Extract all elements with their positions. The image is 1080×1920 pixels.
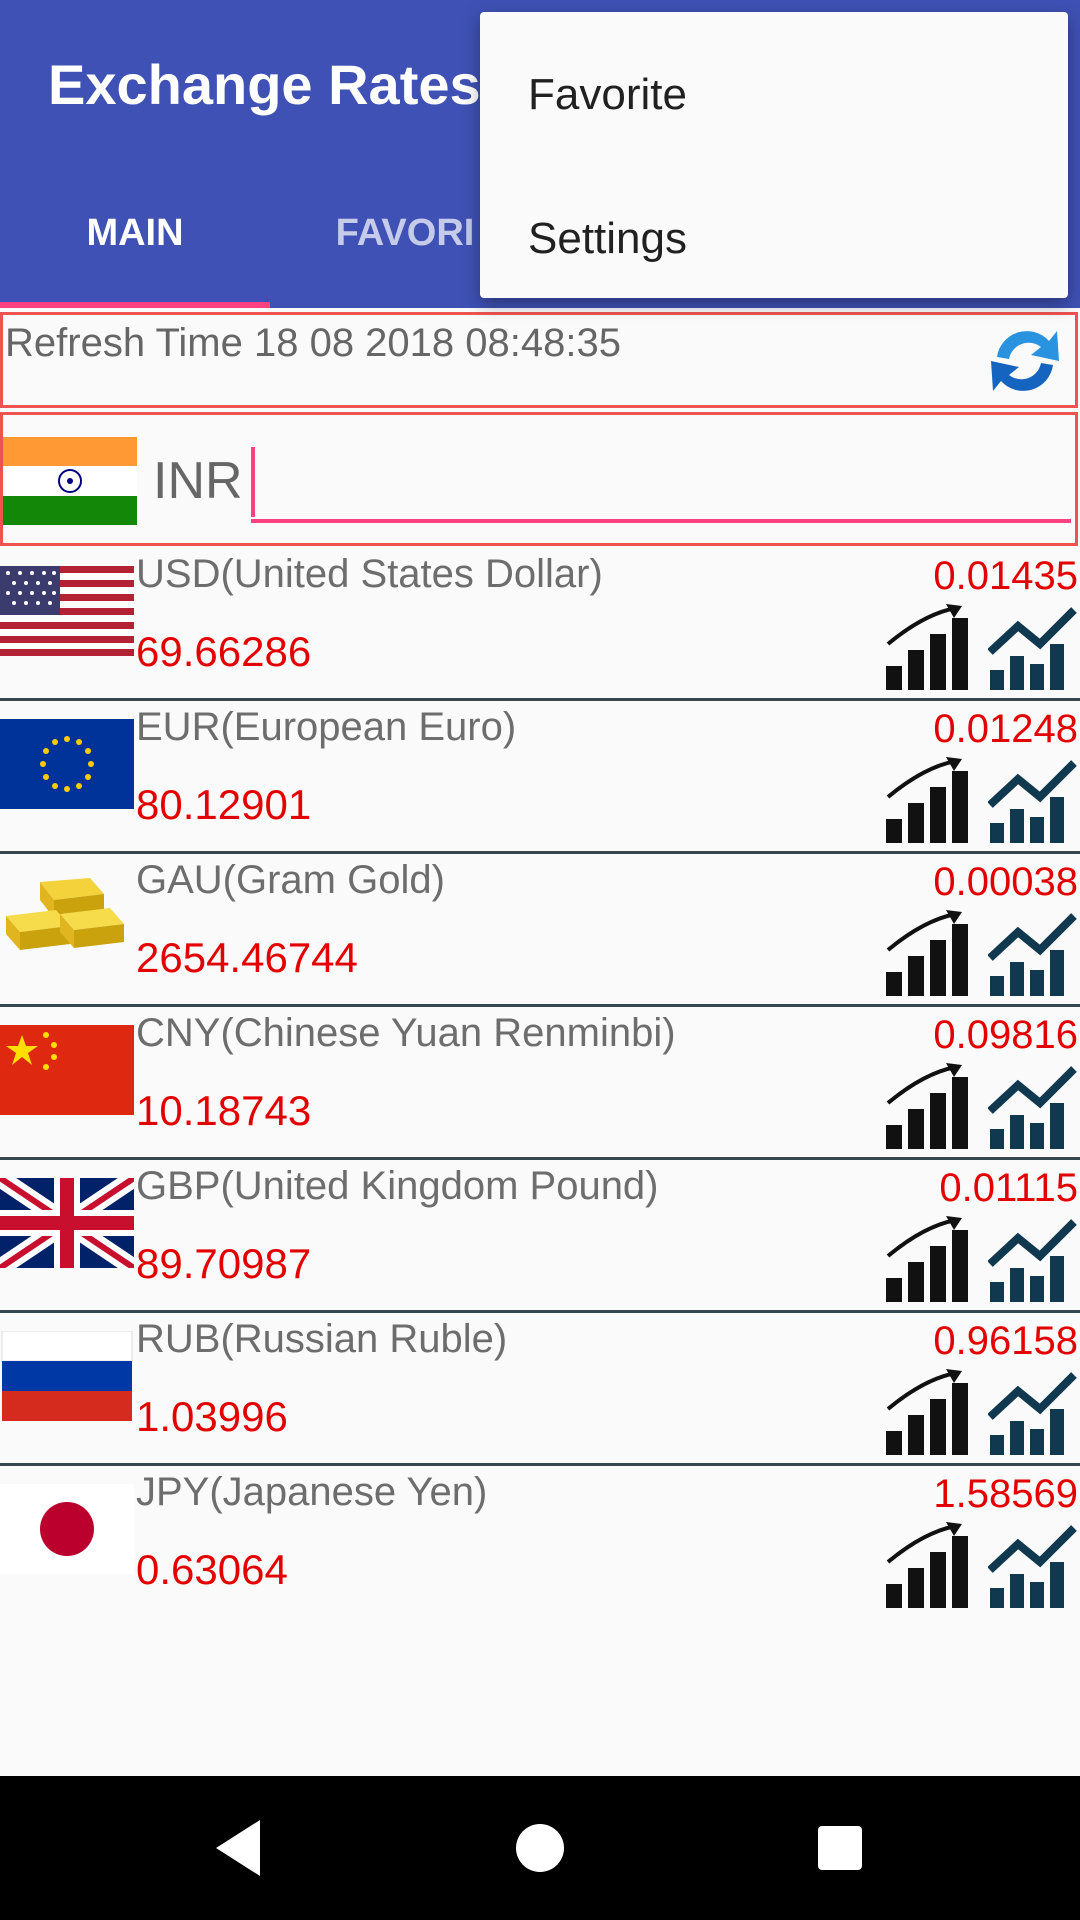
base-currency-code: INR — [153, 452, 243, 510]
trend-chart-icon[interactable] — [988, 604, 1080, 692]
app-title: Exchange Rates — [48, 53, 481, 116]
currency-list: USD(United States Dollar) 69.66286 0.014… — [0, 548, 1080, 1619]
currency-rate: 2654.46744 — [136, 934, 358, 981]
currency-row-eur[interactable]: EUR(European Euro) 80.12901 0.01248 — [0, 701, 1080, 854]
bar-chart-icon[interactable] — [884, 1369, 976, 1457]
tab-indicator — [0, 302, 270, 308]
bar-chart-icon[interactable] — [884, 1522, 976, 1610]
currency-inverse-rate: 0.01248 — [933, 707, 1078, 751]
currency-row-cny[interactable]: CNY(Chinese Yuan Renminbi) 10.18743 0.09… — [0, 1007, 1080, 1160]
system-nav-bar — [0, 1776, 1080, 1920]
menu-item-settings[interactable]: Settings — [528, 214, 687, 264]
india-flag-icon — [3, 437, 137, 525]
base-currency-row: INR — [0, 412, 1078, 546]
home-icon[interactable] — [504, 1812, 576, 1884]
bar-chart-icon[interactable] — [884, 1063, 976, 1151]
currency-row-rub[interactable]: RUB(Russian Ruble) 1.03996 0.96158 — [0, 1313, 1080, 1466]
currency-row-gbp[interactable]: GBP(United Kingdom Pound) 89.70987 0.011… — [0, 1160, 1080, 1313]
currency-name: GAU(Gram Gold) — [136, 858, 445, 902]
currency-name: RUB(Russian Ruble) — [136, 1317, 508, 1361]
refresh-row: Refresh Time 18 08 2018 08:48:35 — [0, 312, 1078, 408]
currency-name: EUR(European Euro) — [136, 705, 517, 749]
eu-flag-icon — [0, 719, 134, 809]
currency-name: USD(United States Dollar) — [136, 552, 603, 596]
trend-chart-icon[interactable] — [988, 1216, 1080, 1304]
tab-main[interactable]: MAIN — [0, 212, 270, 272]
currency-rate: 1.03996 — [136, 1393, 288, 1440]
currency-inverse-rate: 0.00038 — [933, 860, 1078, 904]
currency-rate: 89.70987 — [136, 1240, 312, 1287]
uk-flag-icon — [0, 1178, 134, 1268]
gold-bars-icon — [6, 878, 124, 950]
bar-chart-icon[interactable] — [884, 604, 976, 692]
currency-rate: 10.18743 — [136, 1087, 312, 1134]
overflow-menu: Favorite Settings — [480, 12, 1068, 298]
russia-flag-icon — [1, 1331, 133, 1421]
menu-item-favorite[interactable]: Favorite — [528, 70, 687, 120]
recents-icon[interactable] — [804, 1812, 876, 1884]
usa-flag-icon — [0, 566, 134, 656]
back-icon[interactable] — [204, 1812, 276, 1884]
currency-inverse-rate: 0.09816 — [933, 1013, 1078, 1057]
bar-chart-icon[interactable] — [884, 757, 976, 845]
currency-rate: 80.12901 — [136, 781, 312, 828]
currency-name: GBP(United Kingdom Pound) — [136, 1164, 659, 1208]
trend-chart-icon[interactable] — [988, 757, 1080, 845]
currency-inverse-rate: 1.58569 — [933, 1472, 1078, 1516]
trend-chart-icon[interactable] — [988, 910, 1080, 998]
currency-rate: 0.63064 — [136, 1546, 288, 1593]
currency-row-usd[interactable]: USD(United States Dollar) 69.66286 0.014… — [0, 548, 1080, 701]
text-cursor — [251, 447, 255, 517]
currency-row-jpy[interactable]: JPY(Japanese Yen) 0.63064 1.58569 — [0, 1466, 1080, 1619]
currency-inverse-rate: 0.01115 — [939, 1166, 1078, 1210]
trend-chart-icon[interactable] — [988, 1522, 1080, 1610]
currency-name: JPY(Japanese Yen) — [136, 1470, 488, 1514]
currency-rate: 69.66286 — [136, 628, 312, 675]
currency-inverse-rate: 0.96158 — [933, 1319, 1078, 1363]
refresh-time-label: Refresh Time 18 08 2018 08:48:35 — [5, 321, 621, 365]
china-flag-icon — [0, 1025, 134, 1115]
japan-flag-icon — [0, 1484, 134, 1574]
currency-name: CNY(Chinese Yuan Renminbi) — [136, 1011, 676, 1055]
refresh-icon[interactable] — [983, 319, 1067, 403]
amount-input[interactable] — [251, 443, 1071, 523]
currency-row-gau[interactable]: GAU(Gram Gold) 2654.46744 0.00038 — [0, 854, 1080, 1007]
trend-chart-icon[interactable] — [988, 1369, 1080, 1457]
bar-chart-icon[interactable] — [884, 910, 976, 998]
screen: Exchange Rates MAIN FAVORI Favorite Sett… — [0, 0, 1080, 1920]
currency-inverse-rate: 0.01435 — [933, 554, 1078, 598]
trend-chart-icon[interactable] — [988, 1063, 1080, 1151]
bar-chart-icon[interactable] — [884, 1216, 976, 1304]
